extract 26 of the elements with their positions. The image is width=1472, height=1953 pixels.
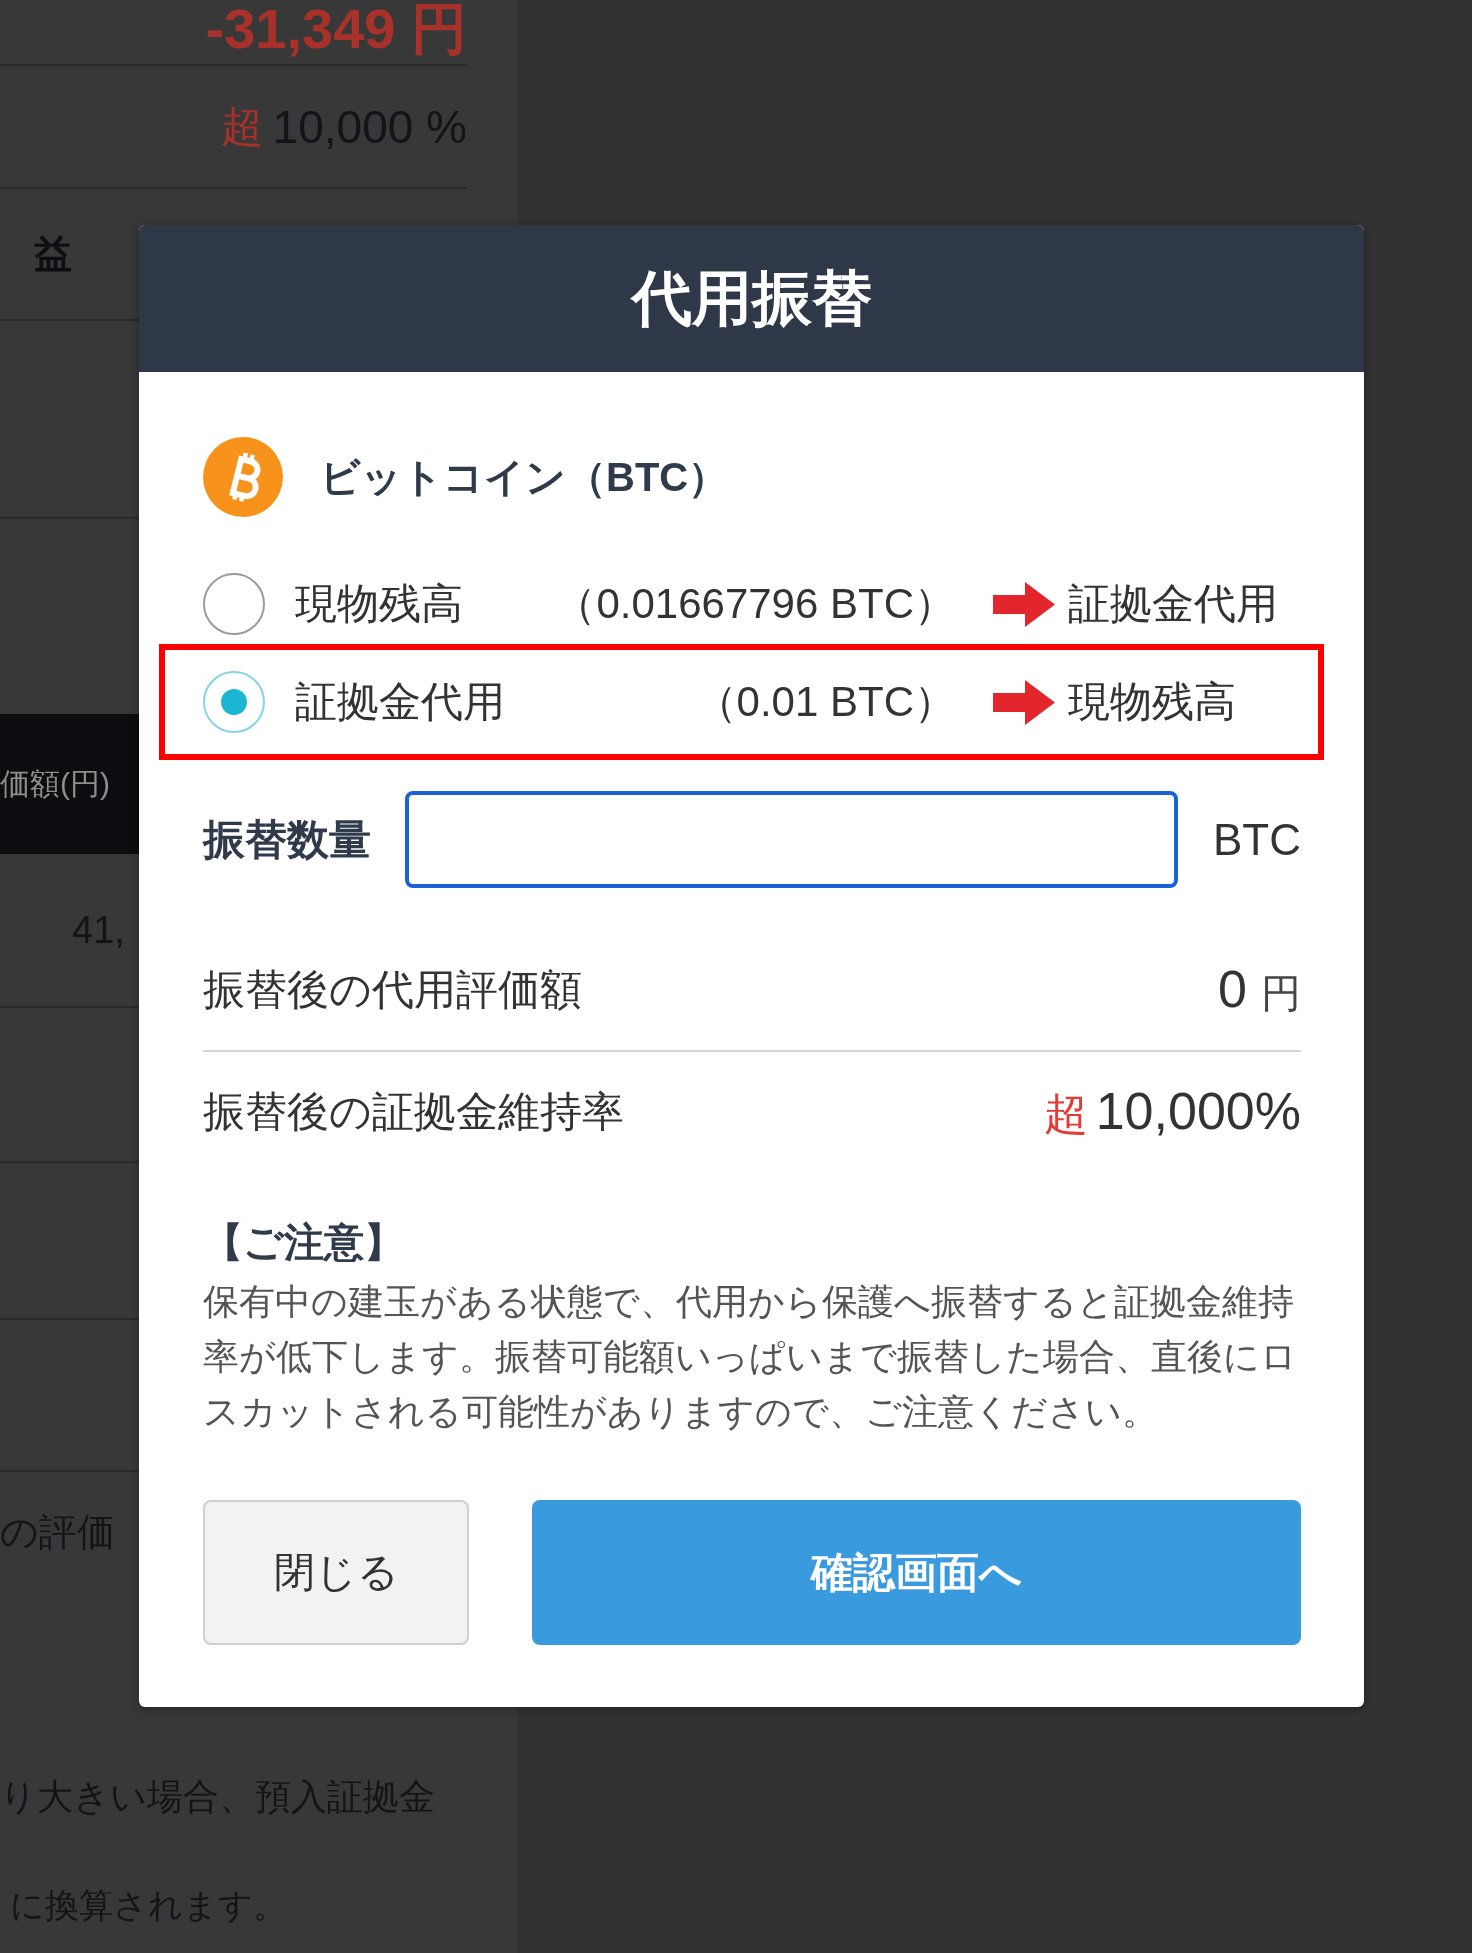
quantity-label: 振替数量	[203, 814, 371, 865]
right-arrow-icon	[993, 679, 1055, 725]
target-label: 証拠金代用	[1068, 579, 1279, 629]
result-value: 10,000%	[1095, 1080, 1301, 1141]
balance-amount: -31,349 円	[205, 0, 467, 58]
unit-label: 円	[1261, 970, 1301, 1017]
amount-text: （0.01 BTC）	[693, 677, 956, 727]
option-label[interactable]: 現物残高	[295, 576, 463, 632]
notice-heading: 【ご注意】	[203, 1220, 405, 1264]
result-label: 振替後の代用評価額	[203, 965, 582, 1015]
target-label: 現物残高	[1068, 677, 1237, 727]
option-label[interactable]: 証拠金代用	[295, 674, 505, 730]
bitcoin-icon	[203, 437, 283, 517]
result-value: 0	[1218, 959, 1247, 1019]
right-arrow-icon	[993, 581, 1055, 627]
column-header: 価額(円)	[0, 765, 110, 802]
result-label: 振替後の証拠金維持率	[203, 1087, 624, 1137]
close-button[interactable]: 閉じる	[203, 1500, 469, 1645]
prefix-label: 超	[220, 101, 263, 152]
notice-text: 保有中の建玉がある状態で、代用から保護へ振替すると証拠金維持率が低下します。振替可能額いっぱいまで振替した場合、直後にロスカットされる可能性がありますので、ご注意ください。	[203, 1280, 1298, 1434]
quantity-input[interactable]	[405, 791, 1178, 888]
asset-name: ビットコイン（BTC）	[320, 453, 729, 501]
prefix-label: 超	[1043, 1087, 1088, 1140]
unit-label: BTC	[1213, 814, 1301, 865]
dialog-title: 代用振替	[631, 265, 872, 332]
amount-text: （0.01667796 BTC）	[553, 579, 956, 629]
